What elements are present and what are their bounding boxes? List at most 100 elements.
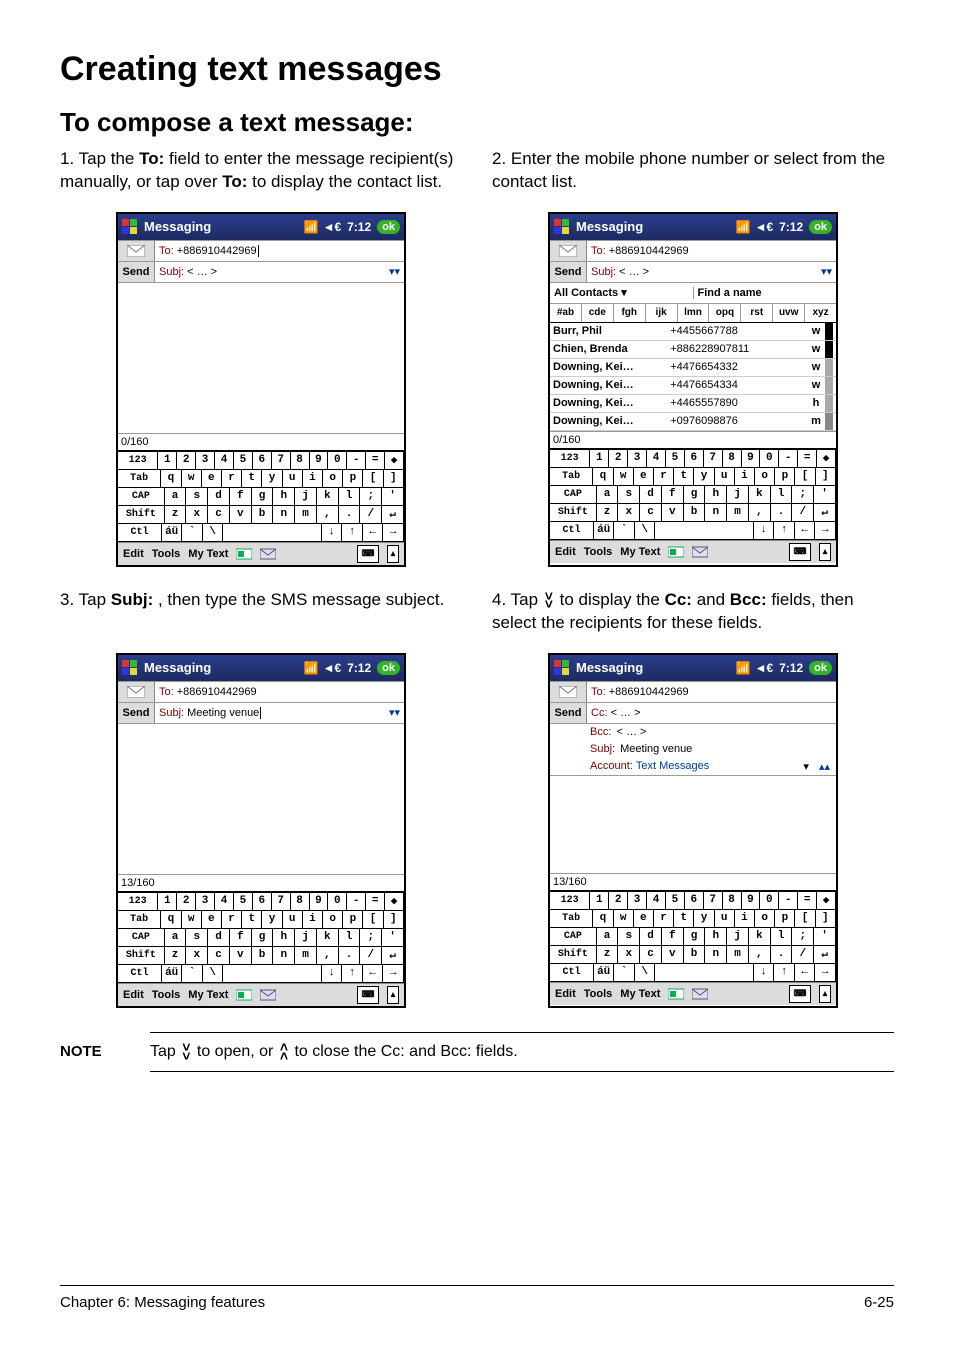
keyboard-key[interactable]: 1 <box>590 892 609 910</box>
keyboard-key[interactable]: k <box>317 488 339 506</box>
keyboard-key[interactable]: 3 <box>196 893 215 911</box>
keyboard-key[interactable]: . <box>339 947 361 965</box>
keyboard-key[interactable]: i <box>735 910 755 928</box>
keyboard-key[interactable]: ] <box>816 468 836 486</box>
subj-field[interactable]: Subj: < … > <box>587 266 817 278</box>
keyboard-key[interactable]: 8 <box>291 452 310 470</box>
keyboard-key[interactable]: Shift <box>550 946 597 964</box>
keyboard-key[interactable]: \ <box>203 524 224 542</box>
keyboard-key[interactable]: , <box>749 946 771 964</box>
mail-icon[interactable] <box>692 987 708 1001</box>
keyboard-key[interactable]: f <box>230 488 252 506</box>
keyboard-key[interactable]: o <box>323 470 343 488</box>
keyboard-key[interactable]: ; <box>792 928 814 946</box>
keyboard-key[interactable]: s <box>186 929 208 947</box>
envelope-icon[interactable] <box>118 241 155 261</box>
keyboard-key[interactable]: t <box>242 911 262 929</box>
keyboard-key[interactable]: p <box>343 470 363 488</box>
keyboard-key[interactable]: ↑ <box>342 965 363 983</box>
keyboard-key[interactable]: i <box>735 468 755 486</box>
keyboard-key[interactable]: ' <box>382 488 404 506</box>
keyboard-key[interactable]: x <box>618 946 640 964</box>
keyboard-key[interactable]: o <box>755 468 775 486</box>
keyboard-key[interactable]: 3 <box>628 892 647 910</box>
contacts-list[interactable]: Burr, Phil+4455667788wChien, Brenda+8862… <box>550 322 836 431</box>
menu-mytext[interactable]: My Text <box>188 548 228 560</box>
keyboard-key[interactable]: r <box>654 910 674 928</box>
keyboard-key[interactable]: , <box>317 506 339 524</box>
to-field[interactable]: To: +886910442969 <box>155 686 404 698</box>
keyboard-key[interactable]: k <box>749 486 771 504</box>
keyboard-key[interactable]: - <box>347 893 366 911</box>
keyboard-key[interactable]: . <box>771 504 793 522</box>
contact-row[interactable]: Chien, Brenda+886228907811w <box>550 341 836 359</box>
alphabet-tab[interactable]: rst <box>741 304 773 322</box>
keyboard-key[interactable]: j <box>727 486 749 504</box>
envelope-icon[interactable] <box>550 241 587 261</box>
keyboard-key[interactable]: x <box>618 504 640 522</box>
menu-tools[interactable]: Tools <box>152 548 181 560</box>
expand-chevrons-icon[interactable]: ▾▾ <box>385 265 404 278</box>
menu-edit[interactable]: Edit <box>123 989 144 1001</box>
sip-button[interactable]: ⌨ <box>357 986 379 1004</box>
keyboard-key[interactable]: n <box>273 506 295 524</box>
keyboard-key[interactable]: ◆ <box>817 450 836 468</box>
ok-button[interactable]: ok <box>809 220 832 234</box>
send-button[interactable]: Send <box>550 262 587 282</box>
send-button[interactable]: Send <box>118 703 155 723</box>
keyboard-key[interactable]: ← <box>795 522 816 540</box>
windows-start-icon[interactable] <box>554 219 570 235</box>
keyboard-key[interactable]: 7 <box>704 450 723 468</box>
keyboard-key[interactable]: 8 <box>723 892 742 910</box>
keyboard-key[interactable]: ; <box>792 486 814 504</box>
send-button[interactable]: Send <box>118 262 155 282</box>
keyboard-key[interactable]: z <box>165 506 187 524</box>
keyboard-key[interactable]: ↑ <box>774 964 795 982</box>
keyboard-key[interactable]: Ctl <box>118 965 162 983</box>
keyboard-key[interactable]: l <box>339 929 361 947</box>
keyboard-key[interactable]: j <box>295 488 317 506</box>
keyboard-key[interactable]: c <box>208 506 230 524</box>
keyboard-key[interactable]: n <box>705 946 727 964</box>
keyboard-key[interactable]: = <box>798 450 817 468</box>
contact-row[interactable]: Downing, Kei…+0976098876m <box>550 413 836 431</box>
keyboard-key[interactable]: w <box>614 468 634 486</box>
keyboard-key[interactable]: x <box>186 506 208 524</box>
keyboard-key[interactable]: áü <box>162 524 183 542</box>
sip-arrow[interactable]: ▴ <box>819 543 831 561</box>
envelope-icon[interactable] <box>550 682 587 702</box>
keyboard-key[interactable]: g <box>252 929 274 947</box>
keyboard-key[interactable]: ◆ <box>385 452 404 470</box>
keyboard-key[interactable]: j <box>727 928 749 946</box>
keyboard-key[interactable]: q <box>161 470 181 488</box>
menu-mytext[interactable]: My Text <box>620 546 660 558</box>
keyboard-key[interactable]: Shift <box>118 947 165 965</box>
keyboard-key[interactable]: w <box>614 910 634 928</box>
keyboard-key[interactable]: ↵ <box>814 504 836 522</box>
keyboard-key[interactable]: i <box>303 911 323 929</box>
keyboard-key[interactable]: ← <box>363 965 384 983</box>
keyboard-key[interactable]: 6 <box>253 893 272 911</box>
keyboard-key[interactable]: 5 <box>234 452 253 470</box>
keyboard-key[interactable]: ↵ <box>382 506 404 524</box>
subj-field[interactable]: Subj: Meeting venue <box>590 741 836 758</box>
keyboard-key[interactable]: ] <box>384 470 404 488</box>
keyboard-key[interactable]: b <box>684 504 706 522</box>
keyboard-key[interactable]: ← <box>795 964 816 982</box>
mail-icon[interactable] <box>260 988 276 1002</box>
to-field[interactable]: To: +886910442969 <box>587 245 836 257</box>
keyboard-key[interactable]: - <box>347 452 366 470</box>
keyboard-key[interactable]: ` <box>614 964 635 982</box>
keyboard-key[interactable]: Tab <box>550 910 593 928</box>
keyboard-key[interactable]: ↓ <box>322 524 343 542</box>
keyboard-key[interactable]: b <box>684 946 706 964</box>
keyboard-key[interactable]: Ctl <box>550 522 594 540</box>
keyboard-key[interactable]: h <box>705 486 727 504</box>
keyboard-key[interactable]: 123 <box>550 450 590 468</box>
to-field[interactable]: To: +886910442969 <box>587 686 836 698</box>
keyboard-key[interactable] <box>655 964 754 982</box>
keyboard-key[interactable]: c <box>208 947 230 965</box>
menu-edit[interactable]: Edit <box>555 988 576 1000</box>
message-body[interactable] <box>118 282 404 433</box>
keyboard-key[interactable]: d <box>208 488 230 506</box>
